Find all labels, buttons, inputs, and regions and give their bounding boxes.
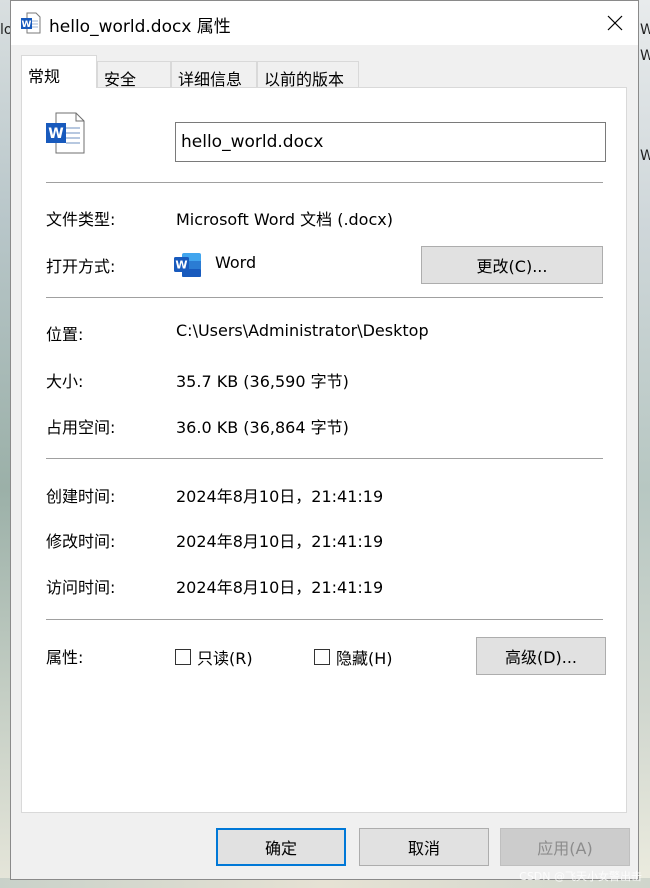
window-title: hello_world.docx 属性 <box>49 17 231 37</box>
properties-dialog: W hello_world.docx 属性 常规 安全 详细信息 以前的版本 W <box>10 0 639 880</box>
separator <box>46 182 603 183</box>
accessed-value: 2024年8月10日，21:41:19 <box>176 578 384 597</box>
size-label: 大小: <box>46 372 84 391</box>
hidden-checkbox-box[interactable] <box>314 649 330 665</box>
tab-general[interactable]: 常规 <box>21 55 97 88</box>
readonly-checkbox-label: 只读(R) <box>197 649 253 668</box>
filename-input[interactable] <box>175 122 606 162</box>
word-document-icon: W <box>46 112 85 154</box>
background-fragment: W <box>640 148 650 164</box>
file-type-label: 文件类型: <box>46 210 116 229</box>
separator <box>46 619 603 620</box>
close-button[interactable] <box>592 1 638 45</box>
attributes-label: 属性: <box>46 648 84 667</box>
hidden-checkbox-label: 隐藏(H) <box>336 649 393 668</box>
word-app-icon: W <box>174 253 201 277</box>
advanced-button[interactable]: 高级(D)... <box>476 637 606 675</box>
hidden-checkbox[interactable]: 隐藏(H) <box>314 645 393 669</box>
svg-text:W: W <box>48 126 63 142</box>
tab-previous-versions[interactable]: 以前的版本 <box>257 61 359 89</box>
change-button[interactable]: 更改(C)... <box>421 246 603 284</box>
watermark: CSDN @飞天小女警出击 <box>519 870 642 883</box>
background-fragment: W <box>640 48 650 64</box>
location-value: C:\Users\Administrator\Desktop <box>176 321 429 340</box>
opens-with-label: 打开方式: <box>46 257 116 276</box>
opens-with-value: Word <box>215 253 257 272</box>
general-tab-panel: W 文件类型: Microsoft Word 文档 (.docx) 打开方式: … <box>21 87 627 813</box>
svg-text:W: W <box>22 20 32 30</box>
created-label: 创建时间: <box>46 487 116 506</box>
created-value: 2024年8月10日，21:41:19 <box>176 487 384 506</box>
background-fragment: W <box>640 22 650 38</box>
svg-text:W: W <box>175 259 187 272</box>
word-document-icon: W <box>21 12 41 34</box>
separator <box>46 458 603 459</box>
tab-details[interactable]: 详细信息 <box>171 61 257 89</box>
title-bar[interactable]: W hello_world.docx 属性 <box>11 1 638 45</box>
separator <box>46 297 603 298</box>
tab-security[interactable]: 安全 <box>97 61 171 89</box>
modified-label: 修改时间: <box>46 532 116 551</box>
location-label: 位置: <box>46 325 84 344</box>
ok-button[interactable]: 确定 <box>216 828 346 866</box>
apply-button[interactable]: 应用(A) <box>500 828 630 866</box>
file-type-value: Microsoft Word 文档 (.docx) <box>176 210 393 229</box>
modified-value: 2024年8月10日，21:41:19 <box>176 532 384 551</box>
cancel-button[interactable]: 取消 <box>359 828 489 866</box>
accessed-label: 访问时间: <box>46 578 116 597</box>
size-value: 35.7 KB (36,590 字节) <box>176 372 349 391</box>
close-icon <box>607 15 623 31</box>
size-on-disk-value: 36.0 KB (36,864 字节) <box>176 418 349 437</box>
size-on-disk-label: 占用空间: <box>46 418 116 437</box>
readonly-checkbox[interactable]: 只读(R) <box>175 645 253 669</box>
readonly-checkbox-box[interactable] <box>175 649 191 665</box>
